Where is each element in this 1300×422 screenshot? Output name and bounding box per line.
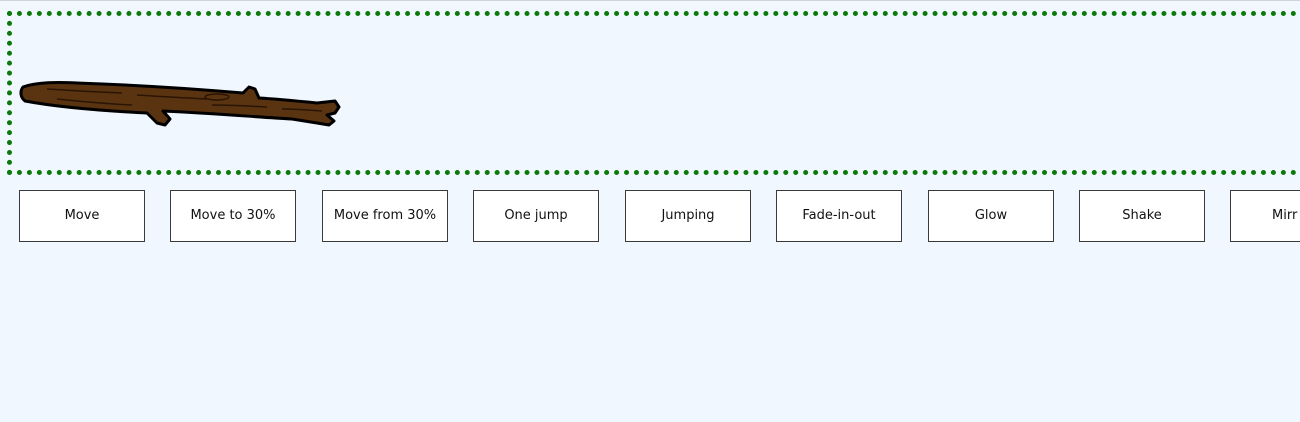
jumping-button[interactable]: Jumping <box>625 190 751 242</box>
move-to-30-button[interactable]: Move to 30% <box>170 190 296 242</box>
stick-icon <box>19 81 341 127</box>
effects-toolbar: Move Move to 30% Move from 30% One jump … <box>0 190 1300 244</box>
move-button[interactable]: Move <box>19 190 145 242</box>
animation-demo-page: Move Move to 30% Move from 30% One jump … <box>0 0 1300 422</box>
animation-stage <box>7 11 1300 175</box>
shake-button[interactable]: Shake <box>1079 190 1205 242</box>
one-jump-button[interactable]: One jump <box>473 190 599 242</box>
top-divider <box>0 0 1300 1</box>
move-from-30-button[interactable]: Move from 30% <box>322 190 448 242</box>
fade-in-out-button[interactable]: Fade-in-out <box>776 190 902 242</box>
glow-button[interactable]: Glow <box>928 190 1054 242</box>
mirror-button[interactable]: Mirr <box>1230 190 1300 242</box>
